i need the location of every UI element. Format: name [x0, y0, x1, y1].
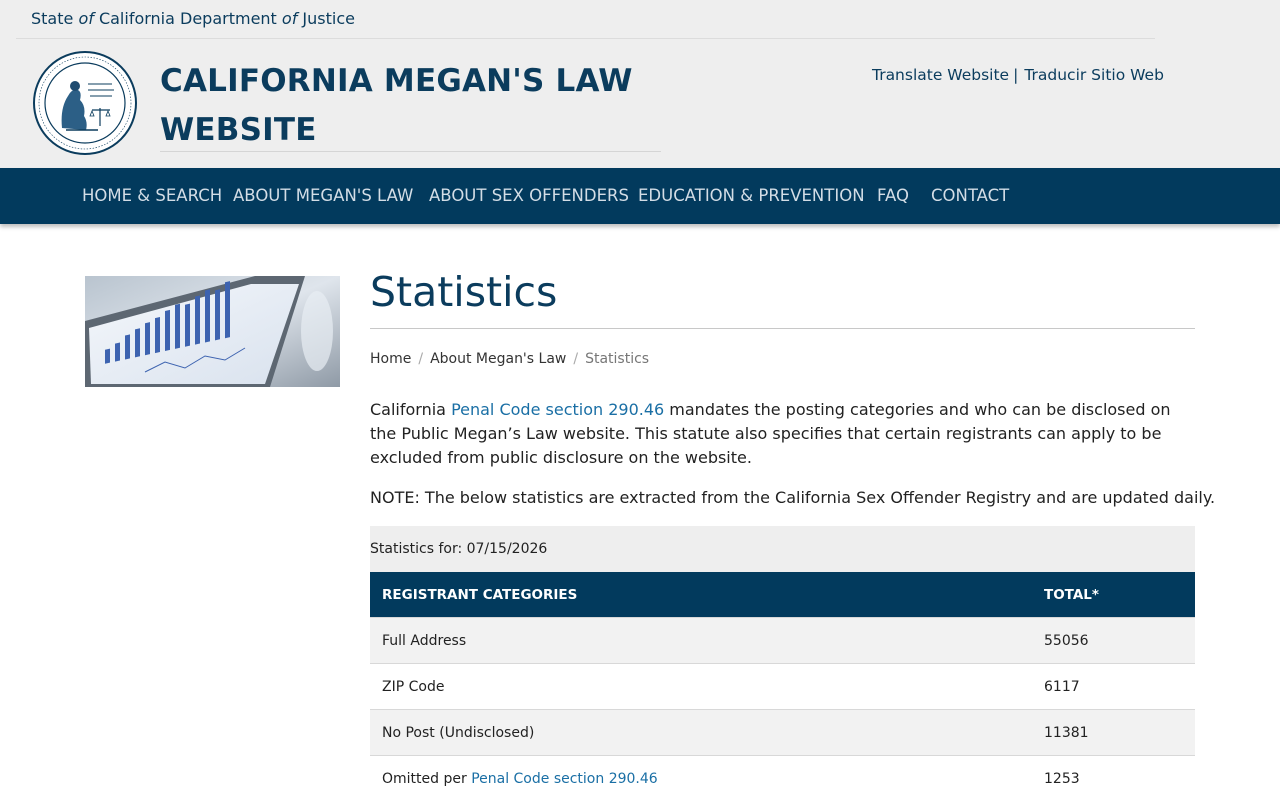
category-cell: ZIP Code: [370, 664, 1032, 710]
intro-paragraph: California Penal Code section 290.46 man…: [370, 398, 1195, 470]
title-rule: [370, 328, 1195, 329]
breadcrumb-separator: /: [418, 351, 423, 367]
nav-home-search[interactable]: HOME & SEARCH: [82, 186, 222, 205]
total-cell: 11381: [1032, 710, 1195, 756]
header-divider: [16, 38, 1155, 39]
attorney-general-seal-icon[interactable]: [32, 50, 138, 156]
link-separator: |: [1013, 66, 1018, 84]
agency-name[interactable]: State of California Department of Justic…: [31, 9, 355, 28]
total-cell: 6117: [1032, 664, 1195, 710]
breadcrumb-current: Statistics: [585, 351, 649, 367]
page-title: Statistics: [370, 268, 557, 316]
main-navigation: HOME & SEARCH ABOUT MEGAN'S LAW ABOUT SE…: [0, 168, 1280, 224]
translate-links: Translate Website| Traducir Sitio Web: [872, 66, 1164, 84]
breadcrumb-home[interactable]: Home: [370, 351, 411, 367]
translate-website-link[interactable]: Translate Website: [872, 66, 1009, 84]
breadcrumb: Home / About Megan's Law / Statistics: [370, 351, 649, 367]
statistics-chart-image: [85, 276, 340, 387]
traducir-sitio-web-link[interactable]: Traducir Sitio Web: [1024, 66, 1164, 84]
total-cell: 55056: [1032, 618, 1195, 664]
category-cell: Full Address: [370, 618, 1032, 664]
column-header-total: TOTAL*: [1032, 572, 1195, 618]
total-cell: 1253: [1032, 756, 1195, 801]
nav-faq[interactable]: FAQ: [877, 186, 909, 205]
table-row: Omitted per Penal Code section 290.46 12…: [370, 756, 1195, 801]
nav-about-megans-law[interactable]: ABOUT MEGAN'S LAW: [233, 186, 413, 205]
breadcrumb-separator: /: [573, 351, 578, 367]
breadcrumb-about[interactable]: About Megan's Law: [430, 351, 566, 367]
category-cell: No Post (Undisclosed): [370, 710, 1032, 756]
table-row: No Post (Undisclosed) 11381: [370, 710, 1195, 756]
site-header: State of California Department of Justic…: [0, 0, 1280, 168]
table-row: Full Address 55056: [370, 618, 1195, 664]
statistics-table: REGISTRANT CATEGORIES TOTAL* Full Addres…: [370, 572, 1195, 801]
table-row: ZIP Code 6117: [370, 664, 1195, 710]
nav-contact[interactable]: CONTACT: [931, 186, 1009, 205]
category-cell: Omitted per Penal Code section 290.46: [370, 756, 1032, 801]
title-underline: [160, 151, 661, 152]
site-title[interactable]: CALIFORNIA MEGAN'S LAW WEBSITE: [160, 57, 660, 155]
penal-code-link[interactable]: Penal Code section 290.46: [451, 400, 664, 419]
statistics-date: Statistics for: 07/15/2026: [370, 541, 547, 557]
nav-about-sex-offenders[interactable]: ABOUT SEX OFFENDERS: [429, 186, 629, 205]
penal-code-link[interactable]: Penal Code section 290.46: [471, 771, 658, 787]
nav-education-prevention[interactable]: EDUCATION & PREVENTION: [638, 186, 865, 205]
note-paragraph: NOTE: The below statistics are extracted…: [370, 486, 1210, 510]
column-header-categories: REGISTRANT CATEGORIES: [370, 572, 1032, 618]
statistics-date-bar: Statistics for: 07/15/2026: [370, 526, 1195, 572]
